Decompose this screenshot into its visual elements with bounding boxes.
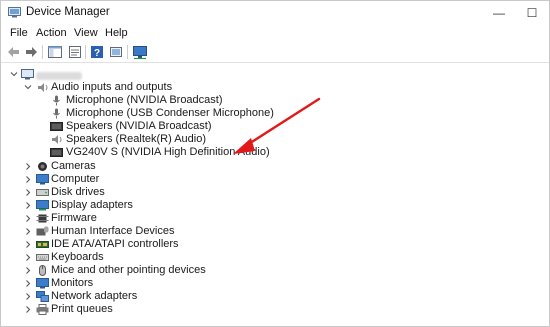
- device-manager-window: Device Manager — ☐ File Action View Help: [0, 0, 550, 327]
- annotation-arrow: [233, 97, 321, 154]
- arrow-head: [233, 138, 255, 154]
- arrow-shaft: [245, 97, 321, 147]
